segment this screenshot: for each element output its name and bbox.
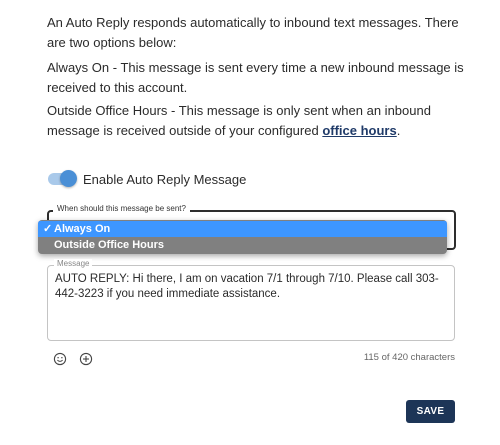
message-legend: Message	[54, 259, 93, 268]
intro-paragraph-3-end: .	[396, 123, 401, 138]
message-text[interactable]: AUTO REPLY: Hi there, I am on vacation 7…	[55, 272, 447, 302]
auto-reply-toggle-row: Enable Auto Reply Message	[47, 170, 246, 188]
intro-paragraph-3: Outside Office Hours - This message is o…	[47, 101, 467, 141]
auto-reply-toggle-label: Enable Auto Reply Message	[83, 171, 247, 187]
send-when-dropdown: ✓ Always On Outside Office Hours	[38, 220, 447, 254]
option-outside-office-hours[interactable]: Outside Office Hours	[38, 237, 447, 253]
plus-circle-icon-graphic	[79, 352, 93, 366]
send-when-legend: When should this message be sent?	[53, 204, 190, 213]
intro-paragraph-1: An Auto Reply responds automatically to …	[47, 15, 459, 50]
smiley-icon[interactable]	[53, 352, 67, 366]
character-counter: 115 of 420 characters	[363, 352, 455, 363]
toggle-knob	[60, 170, 77, 187]
office-hours-link[interactable]: office hours	[322, 123, 396, 138]
check-icon: ✓	[43, 223, 53, 235]
option-always-on-label: Always On	[54, 223, 111, 235]
plus-circle-icon[interactable]	[79, 352, 93, 366]
option-outside-office-hours-label: Outside Office Hours	[54, 239, 165, 251]
option-always-on[interactable]: ✓ Always On	[38, 221, 447, 237]
intro-paragraph-2: Always On - This message is sent every t…	[47, 60, 464, 95]
auto-reply-toggle[interactable]	[47, 170, 77, 188]
smiley-icon-graphic	[53, 352, 67, 366]
save-button[interactable]: SAVE	[406, 400, 455, 423]
